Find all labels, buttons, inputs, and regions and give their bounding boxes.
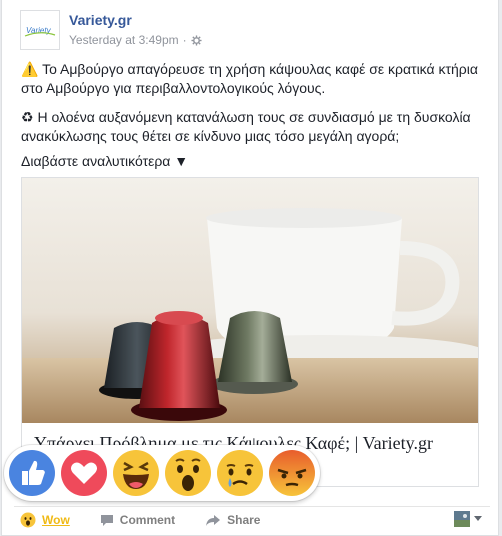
wow-small-icon	[20, 512, 36, 528]
read-more-text: Διαβάστε αναλυτικότερα ▼	[21, 153, 189, 169]
coffee-capsules-photo	[22, 178, 478, 423]
comment-label: Comment	[119, 513, 176, 527]
page-avatar[interactable]: Variety	[20, 10, 60, 50]
sad-reaction-icon[interactable]	[216, 449, 264, 497]
post-meta: Yesterday at 3:49pm ·	[69, 33, 202, 47]
love-reaction-icon[interactable]	[60, 449, 108, 497]
share-button[interactable]: Share	[205, 513, 260, 527]
post-paragraph-2: ♻ Η ολοένα αυξανόμενη κατανάλωση τους σε…	[21, 109, 471, 144]
post-header: Variety Variety.gr Yesterday at 3:49pm ·	[20, 10, 480, 52]
viewer-avatar-image	[454, 511, 470, 527]
page-name-link[interactable]: Variety.gr	[69, 12, 132, 28]
meta-separator: ·	[182, 33, 187, 47]
share-label: Share	[227, 513, 261, 527]
angry-reaction-icon[interactable]	[268, 449, 316, 497]
audience-gear-icon[interactable]	[191, 34, 202, 46]
post-card: Variety Variety.gr Yesterday at 3:49pm ·…	[1, 0, 499, 536]
haha-reaction-icon[interactable]	[112, 449, 160, 497]
post-body: ⚠️ Το Αμβούργο απαγόρευσε τη χρήση κάψου…	[21, 60, 483, 171]
viewer-avatar	[454, 511, 470, 527]
share-icon	[206, 514, 221, 526]
post-action-bar: Wow Comment Share	[14, 506, 490, 533]
comment-icon	[100, 514, 113, 526]
chevron-down-icon	[474, 516, 482, 521]
link-preview[interactable]: Υπάρχει Πρόβλημα με τις Κάψουλες Καφέ; |…	[21, 177, 479, 487]
post-paragraph-1: ⚠️ Το Αμβούργο απαγόρευσε τη χρήση κάψου…	[21, 61, 478, 96]
comment-button[interactable]: Comment	[100, 513, 175, 527]
wow-button[interactable]: Wow	[20, 512, 70, 528]
reactions-picker	[4, 445, 320, 501]
posting-as-selector[interactable]	[454, 511, 482, 527]
variety-logo-icon: Variety	[24, 26, 56, 37]
timestamp[interactable]: Yesterday at 3:49pm	[69, 33, 179, 47]
wow-label: Wow	[42, 513, 70, 527]
like-reaction-icon[interactable]	[8, 449, 56, 497]
wow-reaction-icon[interactable]	[164, 449, 212, 497]
